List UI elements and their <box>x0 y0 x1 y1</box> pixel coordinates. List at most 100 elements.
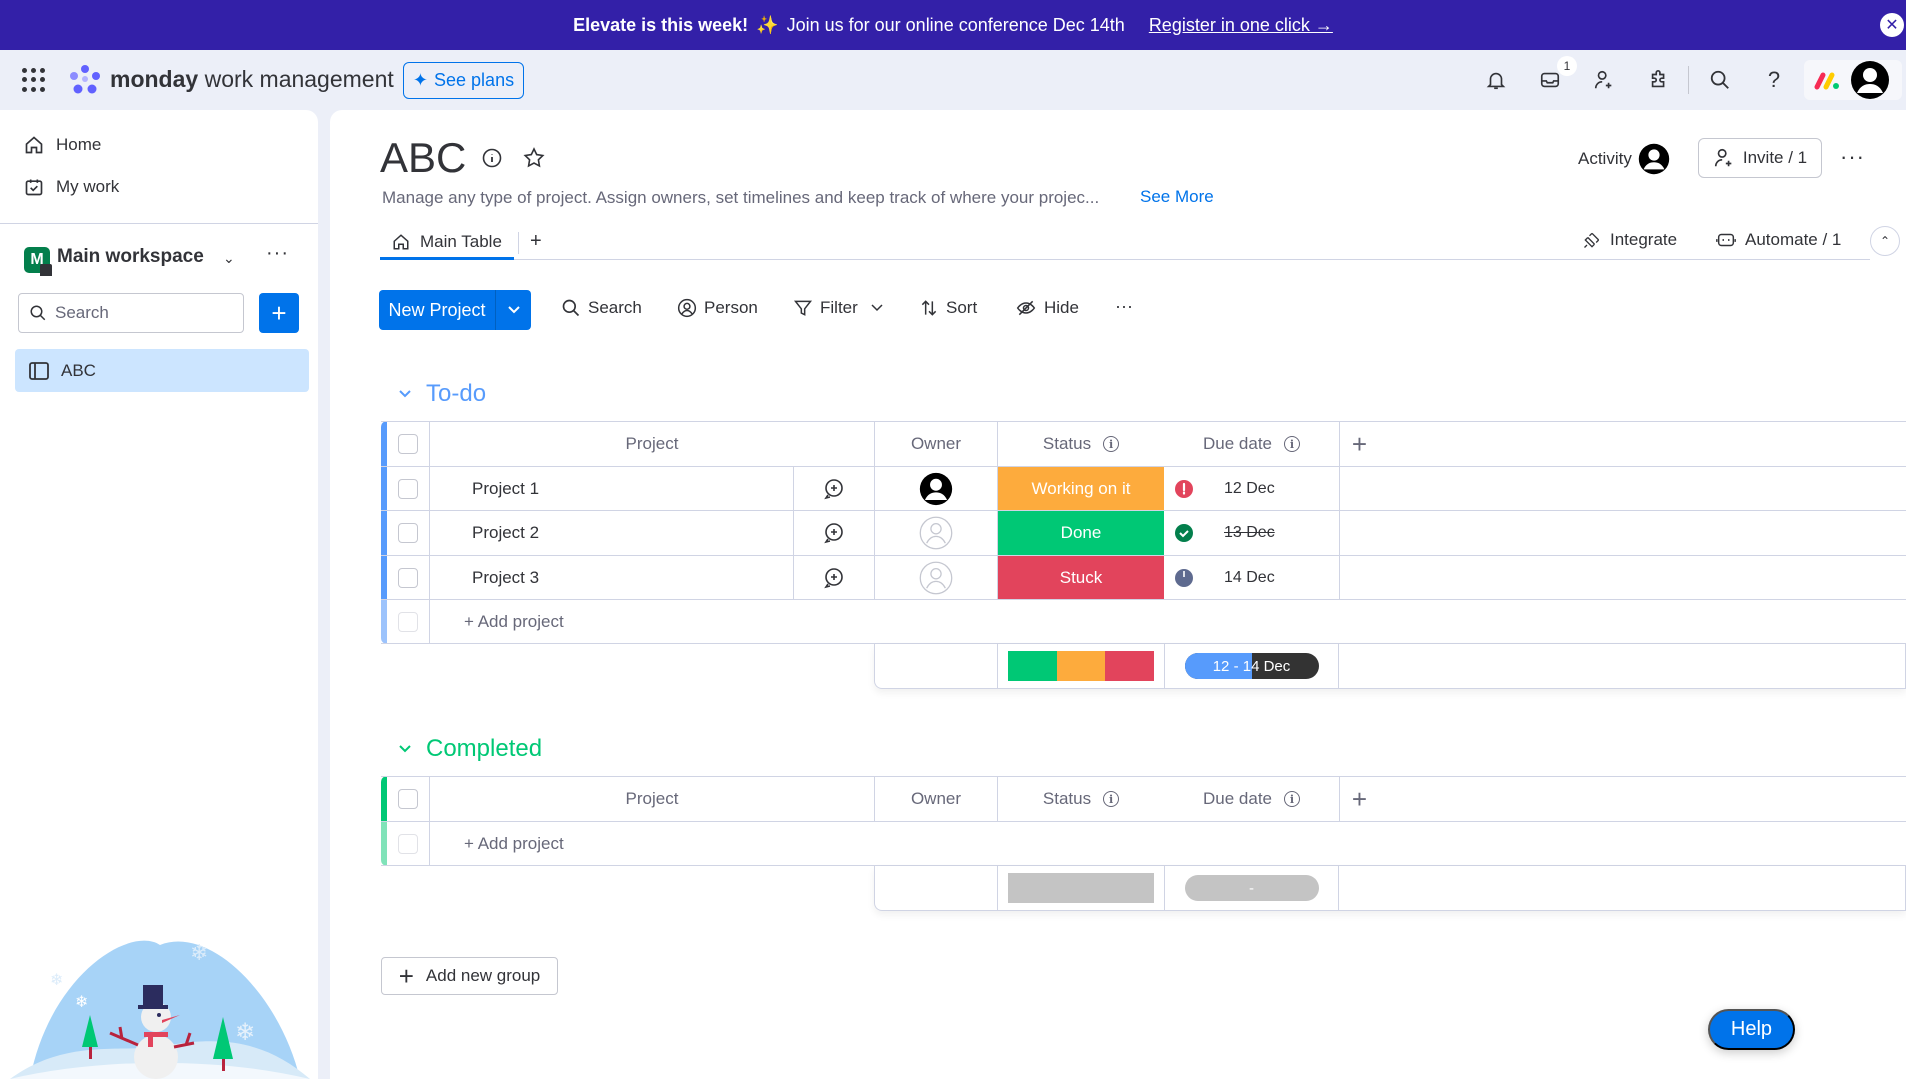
workspace-more-button[interactable]: ··· <box>266 242 289 265</box>
empty-owner-avatar[interactable] <box>919 561 953 595</box>
search-icon[interactable] <box>1706 66 1734 94</box>
filter-button[interactable]: Filter <box>793 298 883 318</box>
board-more-button[interactable]: ··· <box>1840 144 1865 170</box>
status-distribution-segment[interactable] <box>1105 651 1154 681</box>
chevron-down-icon[interactable] <box>871 304 883 312</box>
status-distribution-bar[interactable] <box>1008 651 1154 681</box>
column-header-status[interactable]: Status i <box>997 777 1164 821</box>
add-project-input[interactable]: + Add project <box>429 822 879 865</box>
sidebar-board-abc[interactable]: ABC <box>15 349 309 392</box>
status-cell[interactable]: Stuck <box>997 555 1164 600</box>
add-project-input[interactable]: + Add project <box>429 600 879 643</box>
automate-button[interactable]: Automate / 1 <box>1715 230 1841 250</box>
sort-button[interactable]: Sort <box>919 298 977 318</box>
add-update-button[interactable] <box>793 467 874 511</box>
workspace-selector[interactable]: Main workspace <box>57 246 204 268</box>
close-banner-icon[interactable]: ✕ <box>1880 13 1904 37</box>
person-filter-button[interactable]: Person <box>677 298 758 318</box>
select-all-checkbox[interactable] <box>398 789 418 809</box>
column-header-owner[interactable]: Owner <box>874 777 997 821</box>
status-cell[interactable]: Working on it <box>997 467 1164 511</box>
apps-marketplace-icon[interactable] <box>1645 66 1673 94</box>
hide-button[interactable]: Hide <box>1015 298 1079 318</box>
user-avatar[interactable] <box>1850 60 1890 100</box>
chevron-down-icon[interactable] <box>398 744 412 754</box>
sidebar-divider <box>0 223 318 224</box>
timeline-summary-pill[interactable]: 12 - 14 Dec <box>1184 653 1319 679</box>
column-header-project[interactable]: Project <box>429 422 874 466</box>
item-name[interactable]: Project 1 <box>429 467 793 511</box>
search-button[interactable]: Search <box>561 298 642 318</box>
top-header: monday work management ✦ See plans 1 ? <box>0 50 1906 110</box>
info-icon[interactable]: i <box>1103 791 1120 807</box>
status-distribution-segment[interactable] <box>1008 651 1057 681</box>
table-row[interactable]: Project 1 Working on it 12 Dec <box>381 466 1906 511</box>
chevron-down-icon[interactable] <box>398 389 412 399</box>
info-icon[interactable]: i <box>1284 436 1300 452</box>
status-distribution-bar-empty[interactable] <box>1008 873 1154 903</box>
sidebar-item-home[interactable]: Home <box>24 128 101 162</box>
sidebar-item-my-work[interactable]: My work <box>24 170 119 204</box>
info-icon[interactable]: i <box>1284 791 1300 807</box>
group-summary-row: - <box>874 866 1906 911</box>
help-icon[interactable]: ? <box>1760 66 1788 94</box>
column-header-project[interactable]: Project <box>429 777 874 821</box>
activity-button[interactable]: Activity <box>1578 143 1670 175</box>
table-row[interactable]: Project 3 Stuck 14 Dec <box>381 554 1906 600</box>
timeline-summary-pill[interactable]: - <box>1184 875 1319 901</box>
product-name[interactable]: monday work management <box>110 66 394 93</box>
see-more-link[interactable]: See More <box>1140 187 1214 207</box>
column-header-status[interactable]: Status i <box>997 422 1164 466</box>
star-icon[interactable] <box>522 146 546 170</box>
info-icon[interactable]: i <box>1103 436 1120 452</box>
status-cell[interactable]: Done <box>997 511 1164 556</box>
owner-cell[interactable] <box>874 467 997 511</box>
bell-icon[interactable] <box>1482 66 1510 94</box>
row-checkbox[interactable] <box>398 523 418 544</box>
chevron-down-icon[interactable] <box>496 290 531 330</box>
owner-cell[interactable] <box>874 511 997 556</box>
add-column-button[interactable]: + <box>1339 777 1379 821</box>
collapse-header-button[interactable]: ⌃ <box>1870 226 1900 256</box>
select-all-checkbox[interactable] <box>398 434 418 454</box>
due-date-cell[interactable]: 14 Dec <box>1164 556 1339 600</box>
see-plans-button[interactable]: ✦ See plans <box>403 62 524 99</box>
app-switcher-icon[interactable] <box>22 68 46 92</box>
help-button[interactable]: Help <box>1708 1009 1795 1050</box>
add-column-button[interactable]: + <box>1339 422 1379 466</box>
empty-owner-avatar[interactable] <box>919 516 953 550</box>
add-update-button[interactable] <box>793 511 874 556</box>
owner-cell[interactable] <box>874 555 997 600</box>
svg-text:❄: ❄ <box>50 972 63 989</box>
toolbar-more-button[interactable]: ··· <box>1115 296 1133 317</box>
status-distribution-segment[interactable] <box>1056 651 1106 681</box>
add-board-button[interactable]: + <box>259 293 299 333</box>
column-header-owner[interactable]: Owner <box>874 422 997 466</box>
add-new-group-button[interactable]: + Add new group <box>381 957 558 995</box>
owner-avatar[interactable] <box>919 472 953 506</box>
board-title[interactable]: ABC <box>380 134 466 182</box>
row-checkbox[interactable] <box>398 567 418 588</box>
add-update-button[interactable] <box>793 555 874 600</box>
tab-main-table[interactable]: Main Table <box>380 226 514 260</box>
invite-button[interactable]: Invite / 1 <box>1698 138 1822 178</box>
add-view-button[interactable]: + <box>530 230 542 253</box>
item-name[interactable]: Project 3 <box>429 555 793 600</box>
item-name[interactable]: Project 2 <box>429 511 793 556</box>
column-header-due-date[interactable]: Due date i <box>1164 422 1339 466</box>
register-link[interactable]: Register in one click → <box>1149 15 1333 36</box>
group-header-todo[interactable]: To-do <box>398 380 486 408</box>
column-header-due-date[interactable]: Due date i <box>1164 777 1339 821</box>
due-date-cell[interactable]: 13 Dec <box>1164 511 1339 555</box>
chevron-down-icon[interactable]: ⌄ <box>223 250 235 267</box>
group-header-completed[interactable]: Completed <box>398 735 542 763</box>
banner-headline: Elevate is this week! <box>573 14 749 35</box>
row-checkbox[interactable] <box>398 479 418 499</box>
due-date-cell[interactable]: 12 Dec <box>1164 467 1339 511</box>
new-project-button[interactable]: New Project <box>379 290 531 330</box>
invite-member-icon[interactable] <box>1590 66 1618 94</box>
table-row[interactable]: Project 2 Done 13 Dec <box>381 510 1906 556</box>
info-icon[interactable] <box>482 148 502 168</box>
integrate-button[interactable]: Integrate <box>1582 230 1677 250</box>
sidebar-search-input[interactable]: Search <box>18 293 244 333</box>
